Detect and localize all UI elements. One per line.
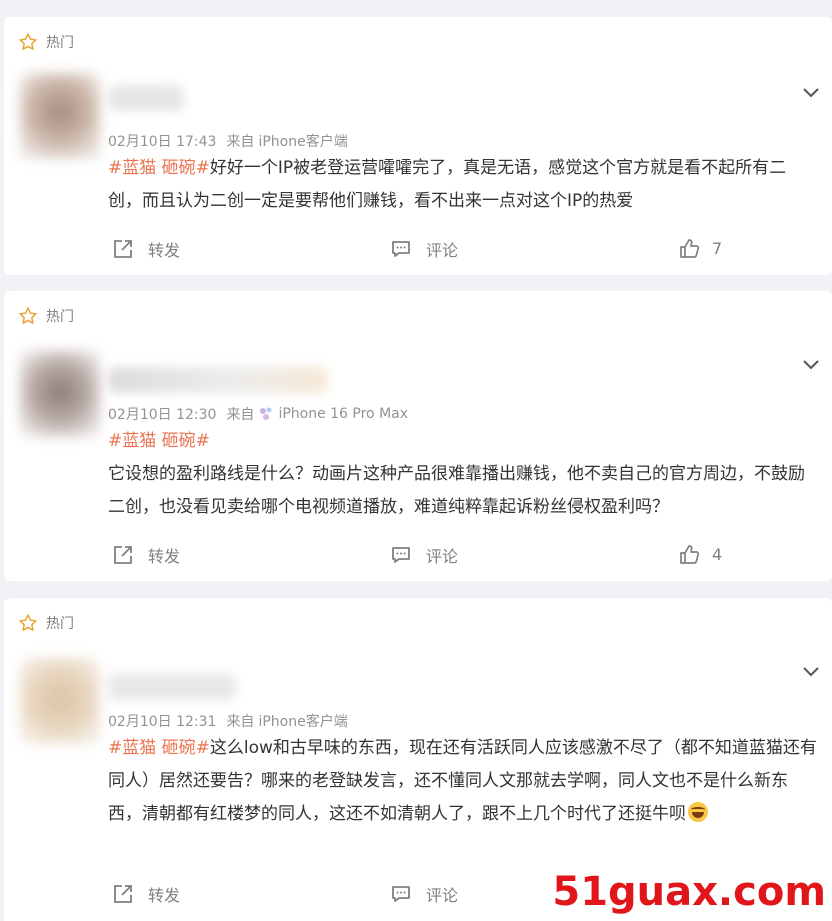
hot-indicator: 热门	[18, 305, 74, 327]
username-blurred[interactable]	[108, 674, 236, 700]
repost-button[interactable]: 转发	[112, 237, 180, 261]
device-label: iPhone客户端	[258, 134, 348, 150]
star-icon	[19, 614, 37, 631]
hot-label: 热门	[46, 309, 74, 325]
chevron-down-icon[interactable]	[802, 359, 820, 371]
from-label: 来自	[226, 407, 255, 423]
chevron-down-icon[interactable]	[802, 87, 820, 99]
comment-label: 评论	[426, 886, 459, 905]
comment-card-1: 热门 02月10日 17:43 来自 iPhone客户端 #蓝猫 砸碗#好好一个…	[4, 17, 832, 275]
like-button[interactable]: 7	[678, 237, 722, 259]
comment-text: #蓝猫 砸碗# 它设想的盈利路线是什么？动画片这种产品很难靠播出赚钱，他不卖自己…	[108, 425, 820, 524]
comment-text: #蓝猫 砸碗#好好一个IP被老登运营嚯嚯完了，真是无语，感觉这个官方就是看不起所…	[108, 152, 820, 218]
hashtag-link[interactable]: #蓝猫 砸碗#	[108, 158, 210, 178]
device-label: iPhone 16 Pro Max	[278, 406, 409, 422]
comment-icon	[392, 547, 410, 563]
laughing-emoji-icon	[688, 802, 708, 822]
comment-body: 好好一个IP被老登运营嚯嚯完了，真是无语，感觉这个官方就是看不起所有二创，而且认…	[108, 158, 787, 211]
comment-button[interactable]: 评论	[390, 237, 458, 261]
hot-indicator: 热门	[18, 31, 74, 53]
comment-button[interactable]: 评论	[390, 543, 458, 567]
post-time: 02月10日 17:43	[108, 134, 217, 150]
comment-body: 这么low和古早味的东西，现在还有活跃同人应该感激不尽了（都不知道蓝猫还有同人）…	[108, 738, 817, 824]
thumbs-up-icon	[680, 545, 700, 564]
repost-button[interactable]: 转发	[112, 543, 180, 567]
repost-label: 转发	[148, 241, 181, 260]
chevron-down-icon[interactable]	[802, 666, 820, 678]
comment-text: #蓝猫 砸碗#这么low和古早味的东西，现在还有活跃同人应该感激不尽了（都不知道…	[108, 732, 820, 831]
action-bar: 转发 评论 4	[4, 543, 832, 567]
avatar[interactable]	[20, 351, 100, 437]
post-time: 02月10日 12:30	[108, 407, 217, 423]
repost-button[interactable]: 转发	[112, 882, 180, 906]
hot-label: 热门	[46, 35, 74, 51]
comment-card-2: 热门 02月10日 12:30 来自 iPhone 16 Pro Max #蓝猫…	[4, 291, 832, 581]
like-count: 7	[712, 238, 723, 258]
site-watermark: 51guax.com	[552, 869, 826, 915]
avatar[interactable]	[20, 658, 100, 744]
hot-label: 热门	[46, 616, 74, 632]
repost-label: 转发	[148, 547, 181, 566]
post-meta: 02月10日 12:31 来自 iPhone客户端	[108, 711, 348, 731]
from-label: 来自	[226, 714, 255, 730]
comment-body: 它设想的盈利路线是什么？动画片这种产品很难靠播出赚钱，他不卖自己的官方周边，不鼓…	[108, 464, 805, 517]
comment-icon	[392, 886, 410, 902]
device-badge-icon	[260, 407, 272, 420]
from-label: 来自	[226, 134, 255, 150]
star-icon	[19, 307, 37, 324]
post-meta: 02月10日 12:30 来自 iPhone 16 Pro Max	[108, 404, 408, 424]
comment-icon	[392, 241, 410, 257]
repost-icon	[114, 240, 132, 258]
comment-label: 评论	[426, 547, 459, 566]
avatar[interactable]	[20, 73, 100, 159]
star-icon	[19, 33, 37, 50]
like-count: 4	[712, 544, 723, 564]
like-button[interactable]: 4	[678, 543, 722, 565]
hashtag-link[interactable]: #蓝猫 砸碗#	[108, 431, 210, 451]
device-label: iPhone客户端	[258, 714, 348, 730]
hot-indicator: 热门	[18, 612, 74, 634]
repost-label: 转发	[148, 886, 181, 905]
action-bar: 转发 评论 7	[4, 237, 832, 261]
repost-icon	[114, 546, 132, 564]
hashtag-link[interactable]: #蓝猫 砸碗#	[108, 738, 210, 758]
comment-label: 评论	[426, 241, 459, 260]
username-blurred[interactable]	[108, 367, 328, 393]
repost-icon	[114, 885, 132, 903]
thumbs-up-icon	[680, 239, 700, 258]
username-blurred[interactable]	[108, 85, 184, 111]
post-meta: 02月10日 17:43 来自 iPhone客户端	[108, 131, 348, 151]
post-time: 02月10日 12:31	[108, 714, 217, 730]
comment-button[interactable]: 评论	[390, 882, 458, 906]
